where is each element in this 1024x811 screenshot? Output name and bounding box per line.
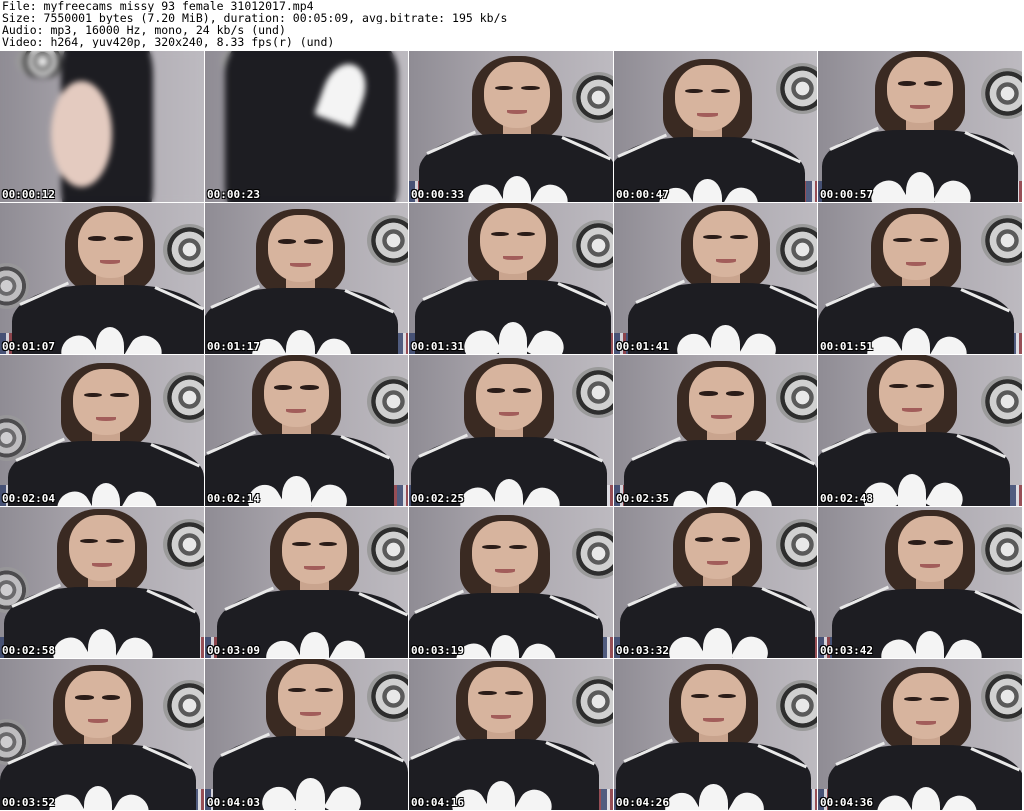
thumbnail-image (409, 203, 613, 354)
thumbnail-image (614, 203, 817, 354)
thumbnail-image (0, 507, 204, 658)
thumbnail-timestamp: 00:04:36 (820, 796, 873, 809)
thumbnail-timestamp: 00:01:51 (820, 340, 873, 353)
video-thumbnail: 00:02:25 (409, 355, 614, 507)
video-thumbnail: 00:00:23 (205, 51, 409, 203)
video-thumbnail: 00:02:58 (0, 507, 205, 659)
thumbnail-timestamp: 00:02:14 (207, 492, 260, 505)
thumbnail-image (205, 355, 408, 506)
audio-info-line: Audio: mp3, 16000 Hz, mono, 24 kb/s (und… (2, 24, 286, 36)
video-thumbnail: 00:04:26 (614, 659, 818, 811)
thumbnail-image (0, 659, 204, 810)
thumbnail-image (0, 203, 204, 354)
thumbnail-timestamp: 00:01:31 (411, 340, 464, 353)
thumbnail-image (818, 355, 1022, 506)
video-thumbnail: 00:03:52 (0, 659, 205, 811)
thumbnail-timestamp: 00:02:58 (2, 644, 55, 657)
thumbnail-image (409, 659, 613, 810)
thumbnail-timestamp: 00:04:16 (411, 796, 464, 809)
video-thumbnail: 00:04:16 (409, 659, 614, 811)
video-thumbnail: 00:00:33 (409, 51, 614, 203)
thumbnail-timestamp: 00:00:23 (207, 188, 260, 201)
video-thumbnail: 00:00:12 (0, 51, 205, 203)
video-thumbnail: 00:01:07 (0, 203, 205, 355)
thumbnail-timestamp: 00:02:48 (820, 492, 873, 505)
thumbnail-image (409, 507, 613, 658)
thumbnail-image (614, 355, 817, 506)
video-thumbnail: 00:02:48 (818, 355, 1023, 507)
thumbnail-timestamp: 00:00:33 (411, 188, 464, 201)
thumbnail-timestamp: 00:03:09 (207, 644, 260, 657)
video-thumbnail: 00:04:36 (818, 659, 1023, 811)
video-info-line: Video: h264, yuv420p, 320x240, 8.33 fps(… (2, 36, 335, 48)
file-info-header: File: myfreecams_missy_93_female_3101201… (2, 0, 1002, 50)
thumbnail-timestamp: 00:02:25 (411, 492, 464, 505)
video-thumbnail: 00:03:32 (614, 507, 818, 659)
thumbnail-image (614, 659, 817, 810)
file-name-line: File: myfreecams_missy_93_female_3101201… (2, 0, 314, 12)
thumbnail-timestamp: 00:03:32 (616, 644, 669, 657)
thumbnail-timestamp: 00:04:03 (207, 796, 260, 809)
video-thumbnail: 00:02:04 (0, 355, 205, 507)
thumbnail-timestamp: 00:04:26 (616, 796, 669, 809)
thumbnail-image (409, 355, 613, 506)
video-thumbnail: 00:01:17 (205, 203, 409, 355)
thumbnail-image (205, 51, 408, 202)
video-thumbnail: 00:03:09 (205, 507, 409, 659)
thumbnail-image (818, 203, 1022, 354)
thumbnail-image (818, 659, 1022, 810)
thumbnail-image (205, 507, 408, 658)
video-thumbnail: 00:00:47 (614, 51, 818, 203)
thumbnail-image (409, 51, 613, 202)
thumbnail-timestamp: 00:03:19 (411, 644, 464, 657)
thumbnail-timestamp: 00:02:04 (2, 492, 55, 505)
thumbnail-image (818, 507, 1022, 658)
thumbnail-timestamp: 00:02:35 (616, 492, 669, 505)
video-thumbnail: 00:02:14 (205, 355, 409, 507)
thumbnail-image (614, 507, 817, 658)
thumbnail-image (205, 203, 408, 354)
video-thumbnail: 00:03:19 (409, 507, 614, 659)
thumbnail-image (614, 51, 817, 202)
video-thumbnail: 00:01:41 (614, 203, 818, 355)
thumbnail-timestamp: 00:00:47 (616, 188, 669, 201)
video-thumbnail: 00:04:03 (205, 659, 409, 811)
thumbnail-image (818, 51, 1022, 202)
thumbnail-timestamp: 00:03:52 (2, 796, 55, 809)
thumbnail-image (0, 355, 204, 506)
thumbnail-timestamp: 00:01:07 (2, 340, 55, 353)
thumbnail-timestamp: 00:00:57 (820, 188, 873, 201)
thumbnail-image (205, 659, 408, 810)
video-thumbnail: 00:00:57 (818, 51, 1023, 203)
video-thumbnail: 00:01:31 (409, 203, 614, 355)
thumbnail-grid: 00:00:12 00:00:23 00:00:33 00:00:47 00:00:57… (0, 51, 1024, 811)
thumbnail-timestamp: 00:03:42 (820, 644, 873, 657)
thumbnail-timestamp: 00:01:17 (207, 340, 260, 353)
file-size-line: Size: 7550001 bytes (7.20 MiB), duration… (2, 12, 508, 24)
video-thumbnail: 00:02:35 (614, 355, 818, 507)
video-thumbnail: 00:03:42 (818, 507, 1023, 659)
thumbnail-image (0, 51, 204, 202)
thumbnail-timestamp: 00:01:41 (616, 340, 669, 353)
video-thumbnail: 00:01:51 (818, 203, 1023, 355)
thumbnail-timestamp: 00:00:12 (2, 188, 55, 201)
